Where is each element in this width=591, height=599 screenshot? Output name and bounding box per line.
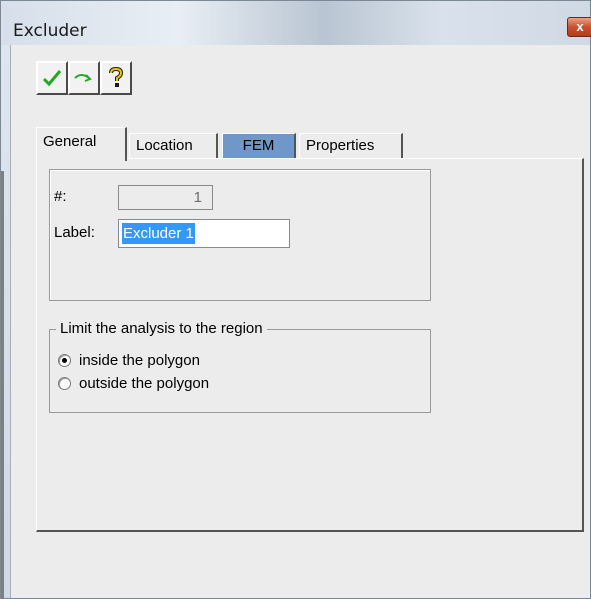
apply-button[interactable] [68, 61, 100, 95]
label-input-value: Excluder 1 [122, 223, 195, 244]
dialog-client-area: General Location FEM Properties #: 1 Lab… [10, 45, 590, 598]
radio-outside-polygon[interactable]: outside the polygon [58, 373, 209, 393]
close-icon: x [576, 19, 584, 34]
tab-general[interactable]: General [36, 127, 127, 161]
help-question-icon [109, 67, 124, 87]
region-groupbox: Limit the analysis to the region inside … [49, 320, 431, 413]
window-title: Excluder [13, 21, 87, 41]
label-label: Label: [54, 224, 95, 241]
tab-properties[interactable]: Properties [299, 133, 403, 159]
radio-inside-label: inside the polygon [79, 351, 200, 369]
tab-fem[interactable]: FEM [222, 133, 296, 159]
tab-location[interactable]: Location [129, 133, 218, 159]
radio-outside-label: outside the polygon [79, 374, 210, 392]
identity-groupbox: #: 1 Label: Excluder 1 [49, 169, 431, 301]
radio-button-icon[interactable] [58, 376, 71, 390]
number-field: 1 [118, 185, 213, 210]
general-tab-panel: #: 1 Label: Excluder 1 Limit the analysi… [36, 158, 584, 532]
excluder-window: Excluder x General Location FEM Properti… [0, 0, 591, 599]
checkmark-icon [42, 70, 62, 87]
window-left-edge [1, 171, 4, 599]
number-label: #: [54, 188, 67, 205]
ok-button[interactable] [36, 61, 68, 95]
label-input[interactable]: Excluder 1 [118, 219, 290, 248]
help-button[interactable] [100, 61, 132, 95]
radio-inside-polygon[interactable]: inside the polygon [58, 350, 200, 370]
title-bar[interactable]: Excluder x [1, 1, 591, 45]
close-button[interactable]: x [567, 17, 591, 37]
redo-arrow-icon [74, 74, 92, 82]
radio-button-icon[interactable] [58, 353, 71, 367]
toolbar [36, 61, 132, 95]
region-legend: Limit the analysis to the region [56, 320, 267, 337]
